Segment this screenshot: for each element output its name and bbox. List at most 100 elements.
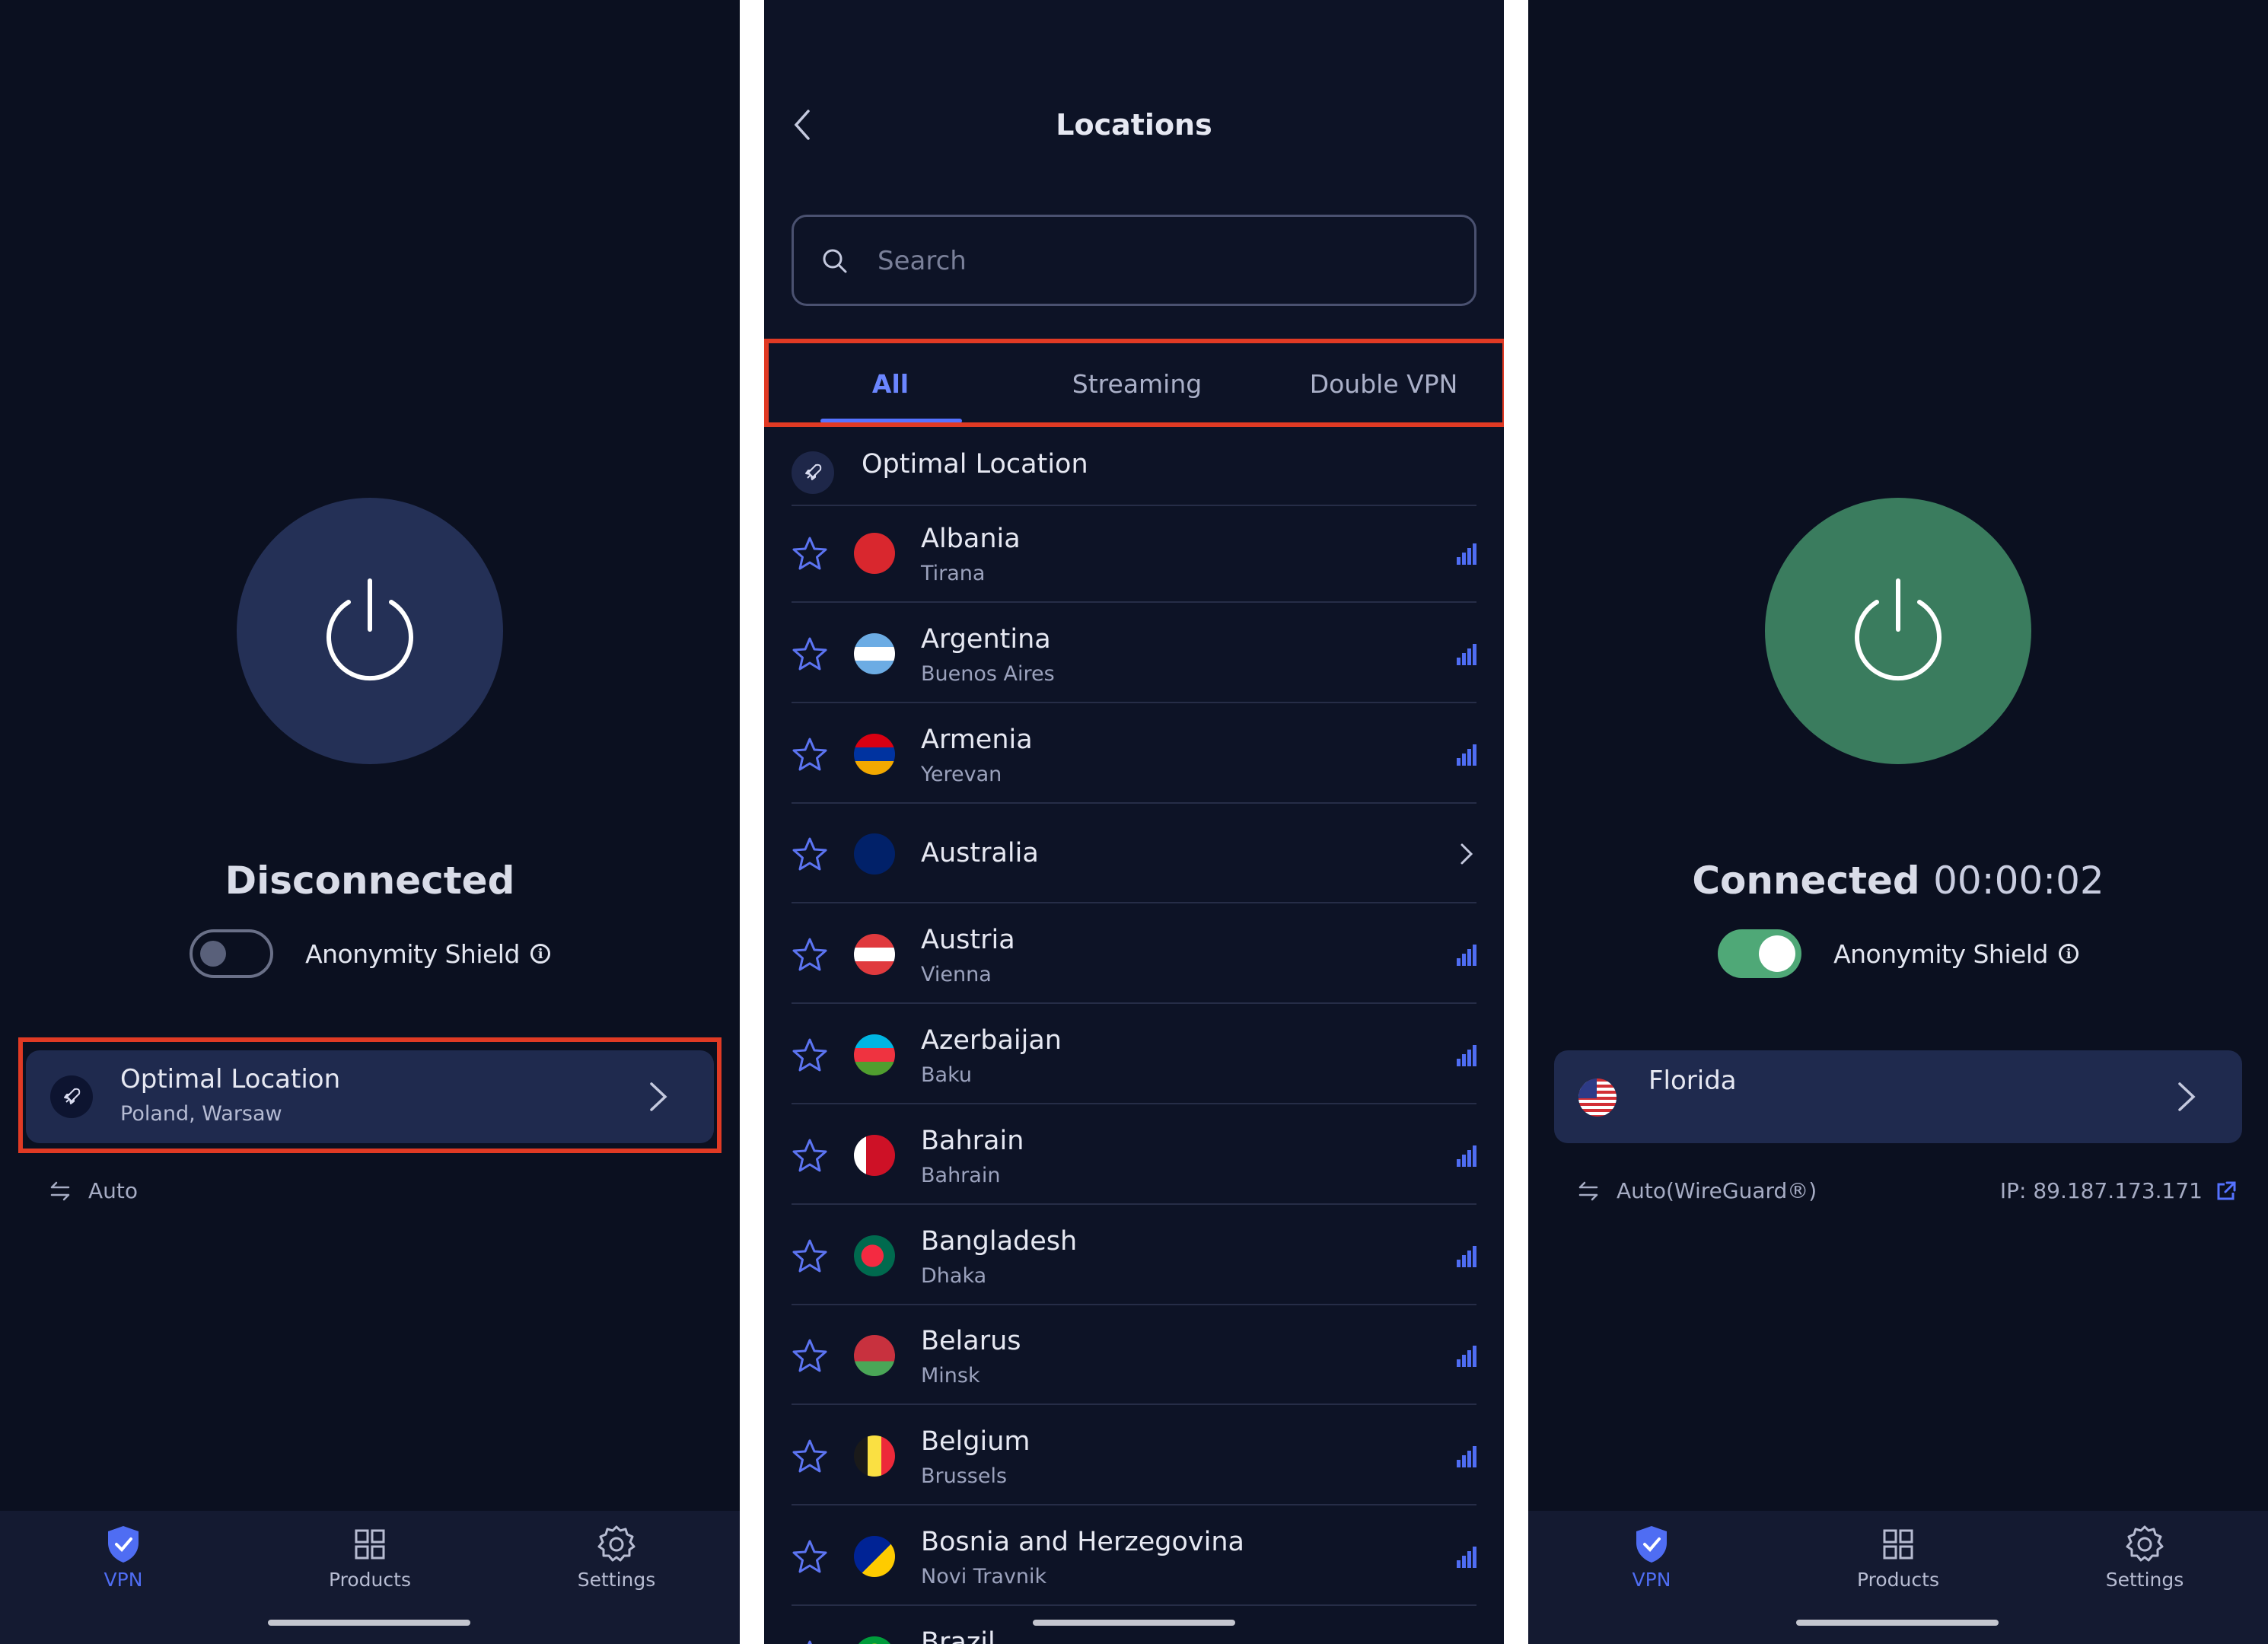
country-row[interactable]: Belgium Brussels [792, 1410, 1476, 1504]
nav-products[interactable]: Products [1822, 1525, 1974, 1591]
divider [792, 1504, 1476, 1505]
protocol-label: Auto [88, 1178, 139, 1203]
signal-strength-icon [1457, 1246, 1476, 1267]
power-button[interactable] [1765, 498, 2031, 764]
country-name: Bahrain [921, 1126, 1024, 1156]
city-name: Brussels [921, 1464, 1008, 1488]
country-row[interactable]: Albania Tirana [792, 507, 1476, 601]
argentina-flag-icon [854, 633, 895, 674]
country-name: Armenia [921, 725, 1033, 755]
star-icon[interactable] [792, 536, 828, 571]
divider [792, 702, 1476, 703]
rocket-icon [792, 451, 834, 494]
city-name: Bahrain [921, 1164, 1001, 1187]
belarus-flag-icon [854, 1335, 895, 1376]
divider [792, 505, 1476, 506]
protocol-label: Auto(WireGuard®) [1617, 1178, 1817, 1203]
country-name: Azerbaijan [921, 1025, 1062, 1056]
nav-products-label: Products [329, 1569, 411, 1591]
home-indicator [1033, 1620, 1235, 1626]
search-field[interactable] [792, 215, 1476, 306]
tab-double-vpn[interactable]: Double VPN [1260, 369, 1504, 399]
country-row[interactable]: Belarus Minsk [792, 1309, 1476, 1403]
country-name: Brazil [921, 1627, 995, 1644]
star-icon[interactable] [792, 836, 828, 871]
ip-address[interactable]: IP: 89.187.173.171 [2000, 1178, 2238, 1203]
star-icon[interactable] [792, 1037, 828, 1072]
country-row[interactable]: Bosnia and Herzegovina Novi Travnik [792, 1510, 1476, 1604]
azerbaijan-flag-icon [854, 1034, 895, 1075]
divider [792, 1604, 1476, 1606]
info-icon[interactable]: i [2058, 944, 2078, 964]
country-row[interactable]: Brazil [792, 1611, 1476, 1644]
divider [792, 1002, 1476, 1004]
city-name: Minsk [921, 1364, 980, 1388]
brazil-flag-icon [854, 1636, 895, 1644]
star-icon[interactable] [792, 1238, 828, 1273]
optimal-location-row[interactable]: Optimal Location [792, 441, 1476, 504]
nav-vpn[interactable]: VPN [47, 1525, 199, 1591]
albania-flag-icon [854, 533, 895, 574]
australia-flag-icon [854, 833, 895, 875]
nav-settings-label: Settings [2105, 1569, 2184, 1591]
country-name: Australia [921, 838, 1039, 868]
country-name: Belarus [921, 1326, 1021, 1356]
country-row[interactable]: Bahrain Bahrain [792, 1109, 1476, 1203]
star-icon[interactable] [792, 636, 828, 671]
city-name: Novi Travnik [921, 1565, 1047, 1588]
location-selector[interactable]: Optimal Location Poland, Warsaw [26, 1050, 714, 1143]
shield-check-icon [108, 1526, 139, 1563]
ip-label: IP: 89.187.173.171 [1999, 1178, 2203, 1203]
divider [792, 1304, 1476, 1305]
austria-flag-icon [854, 934, 895, 975]
star-icon[interactable] [792, 1539, 828, 1574]
anonymity-shield-toggle[interactable] [190, 929, 274, 978]
country-row[interactable]: Armenia Yerevan [792, 708, 1476, 802]
protocol-selector[interactable]: Auto [49, 1178, 138, 1203]
country-row[interactable]: Austria Vienna [792, 908, 1476, 1002]
tab-all[interactable]: All [767, 369, 1014, 399]
star-icon[interactable] [792, 1338, 828, 1373]
location-selector[interactable]: Florida [1554, 1050, 2242, 1143]
divider [792, 1103, 1476, 1104]
search-input[interactable] [876, 235, 1457, 287]
star-icon[interactable] [792, 937, 828, 972]
nav-settings-label: Settings [577, 1569, 656, 1591]
belgium-flag-icon [854, 1435, 895, 1477]
nav-products[interactable]: Products [294, 1525, 446, 1591]
nav-settings[interactable]: Settings [540, 1525, 693, 1591]
anonymity-shield-toggle[interactable] [1718, 929, 1802, 978]
search-icon [823, 249, 847, 273]
country-row[interactable]: Argentina Buenos Aires [792, 607, 1476, 702]
location-subtitle: Poland, Warsaw [120, 1102, 282, 1126]
protocol-selector[interactable]: Auto(WireGuard®) [1577, 1178, 1817, 1203]
country-row[interactable]: Australia [792, 808, 1476, 902]
divider [792, 802, 1476, 804]
signal-strength-icon [1457, 1346, 1476, 1367]
country-row[interactable]: Azerbaijan Baku [792, 1008, 1476, 1103]
chevron-right-icon [1461, 843, 1473, 865]
signal-strength-icon [1457, 945, 1476, 966]
star-icon[interactable] [792, 1639, 828, 1644]
swap-arrows-icon [1578, 1181, 1598, 1200]
tab-streaming[interactable]: Streaming [1014, 369, 1260, 399]
grid-icon [1883, 1529, 1913, 1560]
city-name: Tirana [921, 562, 986, 585]
star-icon[interactable] [792, 1438, 828, 1474]
shield-check-icon [1636, 1526, 1667, 1563]
nav-vpn-label: VPN [1632, 1569, 1671, 1591]
power-button[interactable] [237, 498, 503, 764]
anonymity-shield-label: Anonymity Shield [1833, 938, 2048, 969]
country-name: Austria [921, 925, 1015, 955]
signal-strength-icon [1457, 1045, 1476, 1066]
country-row[interactable]: Bangladesh Dhaka [792, 1209, 1476, 1304]
chevron-right-icon [2178, 1082, 2196, 1111]
star-icon[interactable] [792, 737, 828, 772]
nav-vpn[interactable]: VPN [1575, 1525, 1728, 1591]
star-icon[interactable] [792, 1138, 828, 1173]
signal-strength-icon [1457, 1145, 1476, 1167]
nav-settings[interactable]: Settings [2069, 1525, 2221, 1591]
country-name: Albania [921, 524, 1021, 554]
info-icon[interactable]: i [530, 944, 550, 964]
anonymity-shield-row: Anonymity Shield i [1528, 927, 2268, 980]
